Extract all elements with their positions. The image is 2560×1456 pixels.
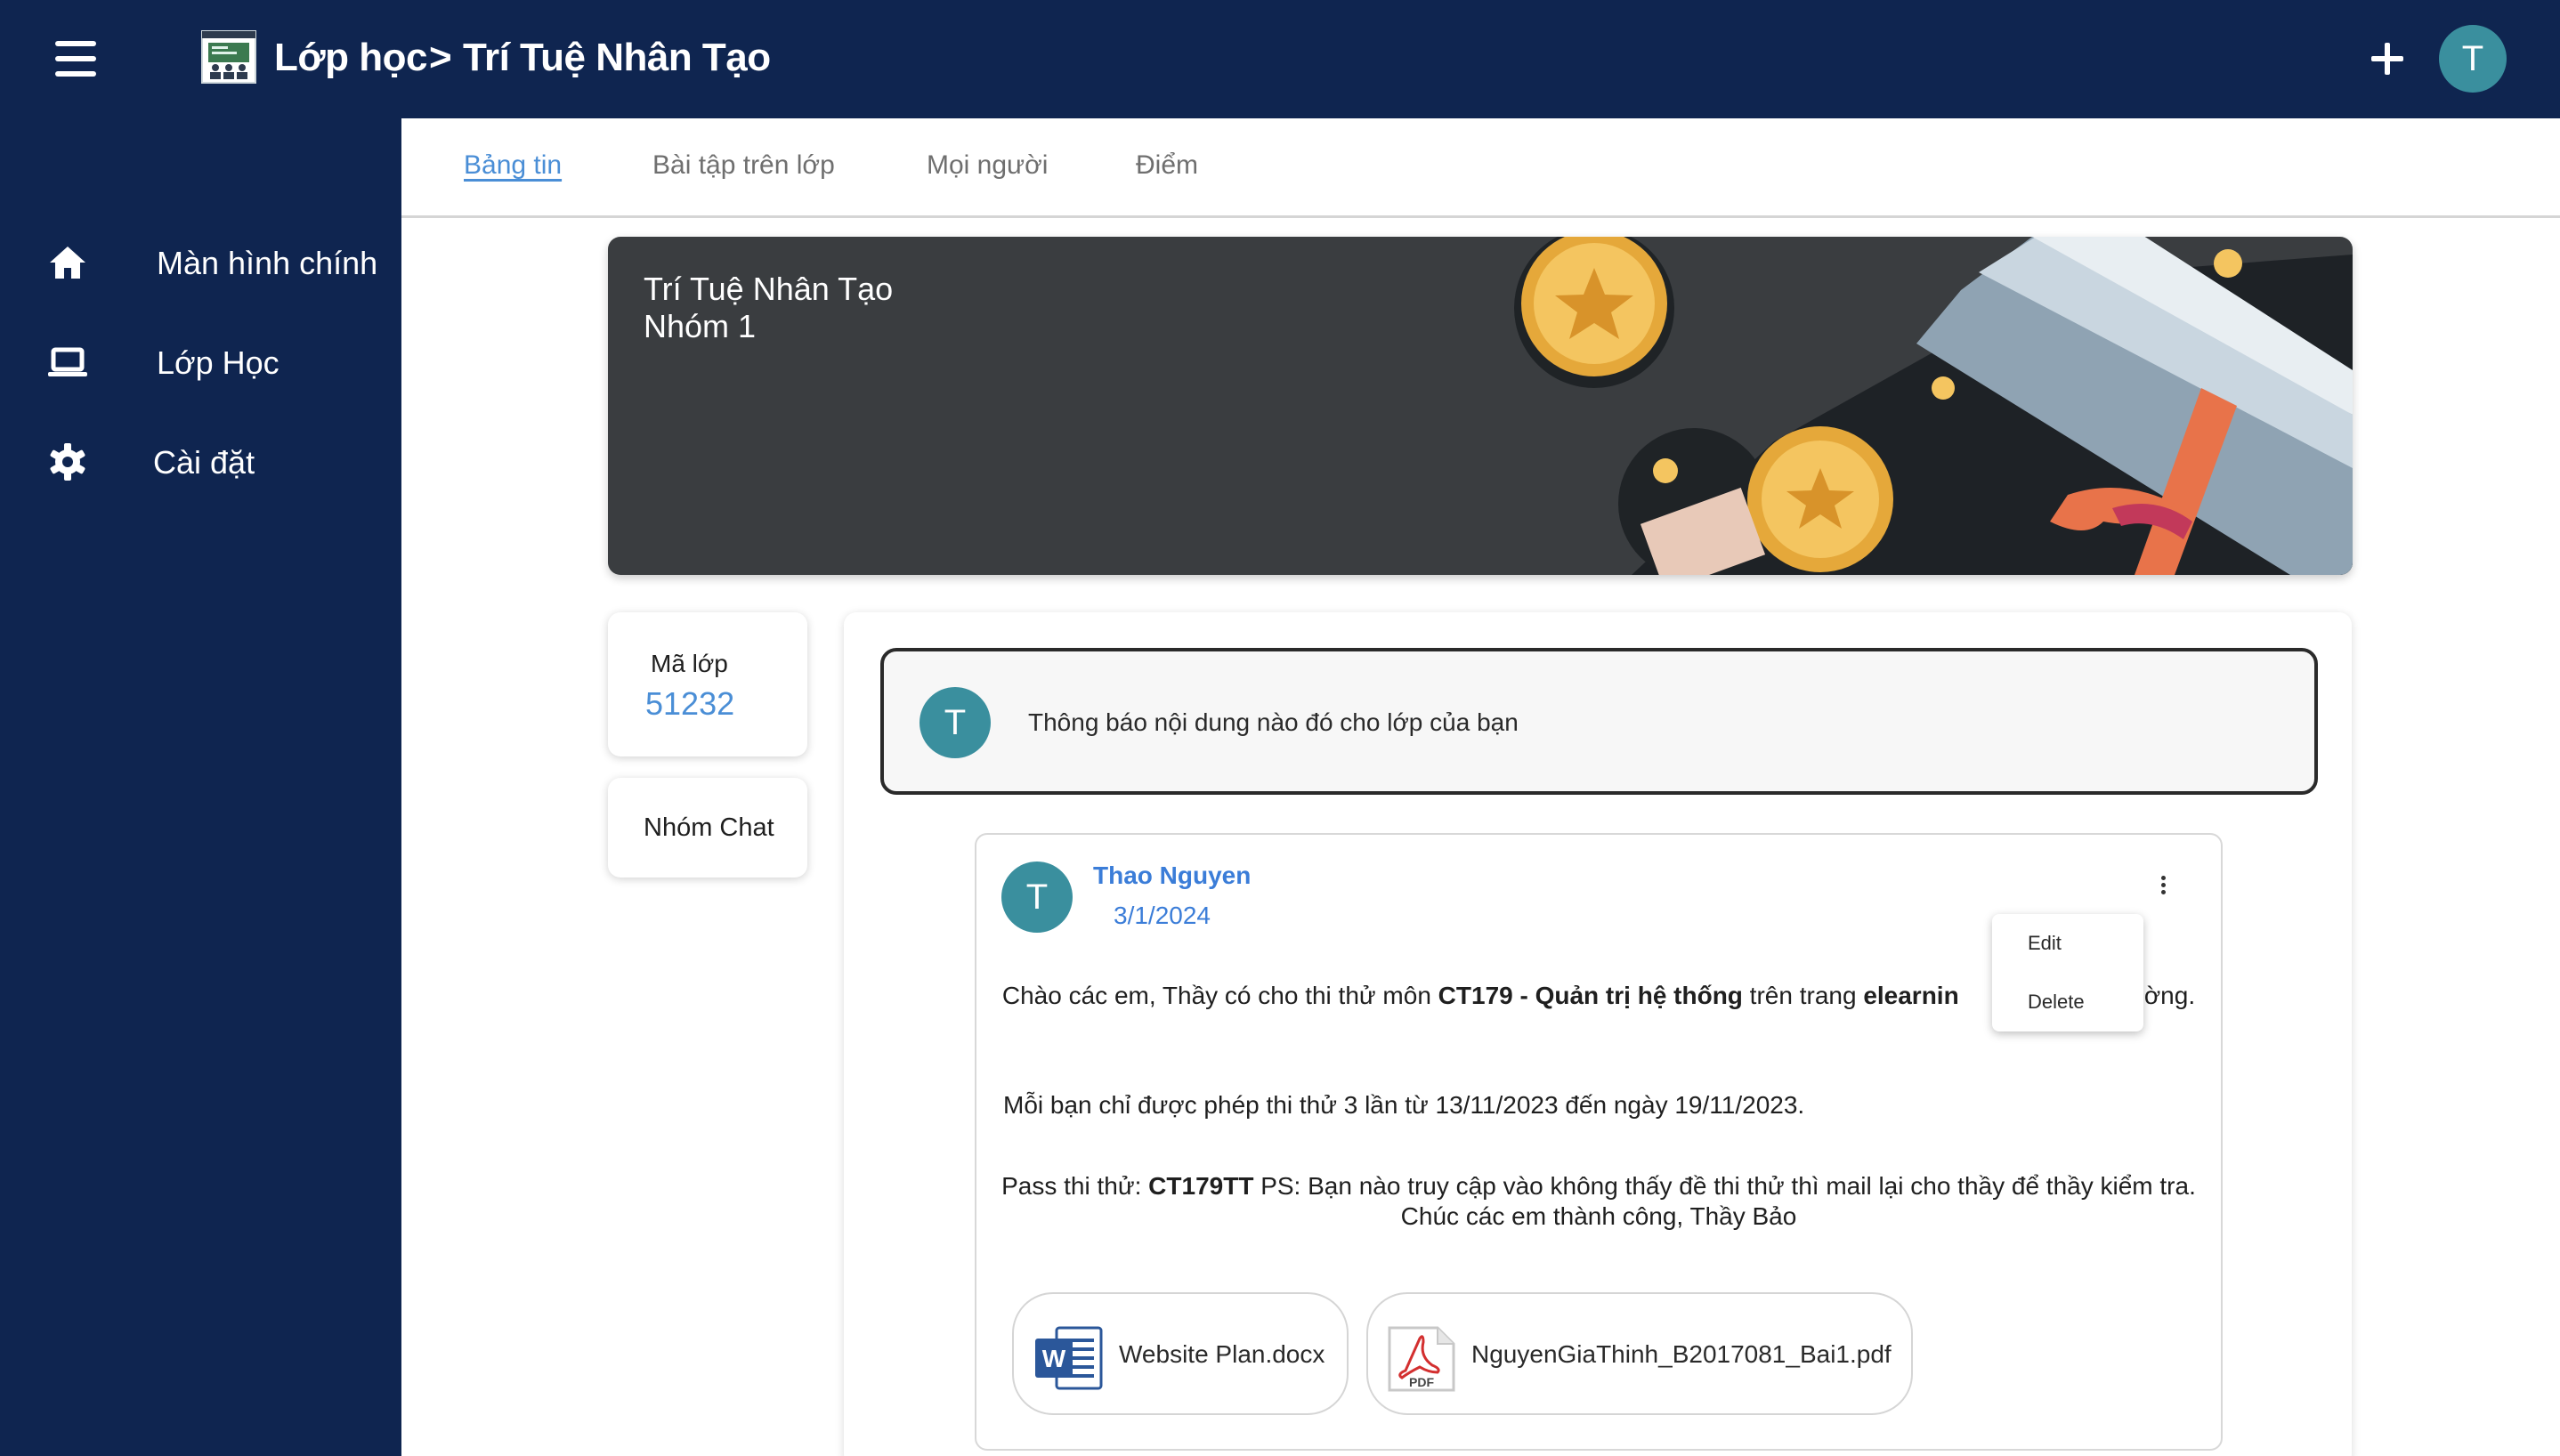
word-file-icon: W [1035, 1326, 1103, 1390]
sidebar-item-label: Lớp Học [157, 344, 279, 381]
sidebar-item-label: Màn hình chính [157, 245, 378, 281]
gear-icon [50, 443, 85, 481]
add-class-plus-icon[interactable] [2366, 37, 2409, 80]
post-text: trên trang [1742, 982, 1864, 1009]
tab-people[interactable]: Mọi người [927, 150, 1048, 181]
sidebar-item-classes[interactable]: Lớp Học [0, 321, 401, 401]
class-code-label: Mã lớp [651, 650, 728, 677]
tab-grades[interactable]: Điểm [1136, 150, 1198, 181]
post-context-menu: Edit Delete [1992, 914, 2143, 1031]
hamburger-menu-icon[interactable] [55, 41, 96, 77]
post-author[interactable]: Thao Nguyen [1093, 861, 1251, 890]
announce-input[interactable]: T Thông báo nội dung nào đó cho lớp của … [880, 648, 2318, 795]
attachment-word[interactable]: W Website Plan.docx [1012, 1292, 1349, 1415]
banner-subtitle: Nhóm 1 [644, 308, 757, 344]
sidebar: Màn hình chính Lớp Học Cài đặt [0, 118, 401, 1456]
breadcrumb-home[interactable]: Lớp học [274, 36, 427, 80]
post-paragraph-3: Pass thi thử: CT179TT PS: Bạn nào truy c… [998, 1171, 2199, 1232]
class-tabs: Bảng tin Bài tập trên lớp Mọi người Điểm [401, 118, 2560, 218]
attachment-pdf[interactable]: PDF NguyenGiaThinh_B2017081_Bai1.pdf [1366, 1292, 1913, 1415]
pdf-file-icon: PDF [1388, 1326, 1455, 1392]
top-app-bar: Lớp học > Trí Tuệ Nhân Tạo T [0, 0, 2560, 118]
banner-title: Trí Tuệ Nhân Tạo [644, 271, 894, 307]
laptop-icon [48, 347, 87, 376]
tab-classwork[interactable]: Bài tập trên lớp [652, 150, 835, 181]
post-paragraph-2: Mỗi bạn chỉ được phép thi thử 3 lần từ 1… [1003, 1091, 1805, 1119]
avatar: T [1001, 861, 1073, 933]
post-date: 3/1/2024 [1114, 902, 1211, 929]
edit-menu-item[interactable]: Edit [2028, 932, 2062, 955]
class-banner: Trí Tuệ Nhân Tạo Nhóm 1 [608, 237, 2353, 575]
group-chat-button[interactable]: Nhóm Chat [608, 778, 807, 878]
svg-text:W: W [1042, 1345, 1066, 1372]
home-icon [50, 247, 85, 279]
post-text-bold: elearnin [1863, 982, 1959, 1009]
announce-placeholder: Thông báo nội dung nào đó cho lớp của bạ… [1028, 708, 1519, 736]
group-chat-label: Nhóm Chat [644, 813, 774, 842]
delete-menu-item[interactable]: Delete [2028, 991, 2085, 1014]
sidebar-item-home[interactable]: Màn hình chính [0, 222, 401, 302]
breadcrumb-separator: > [429, 36, 452, 79]
svg-text:PDF: PDF [1409, 1375, 1434, 1389]
post-text: PS: Bạn nào truy cập vào không thấy đề t… [1253, 1172, 2196, 1230]
post-text-bold: CT179TT [1148, 1172, 1254, 1200]
class-code-value[interactable]: 51232 [645, 685, 734, 723]
classroom-logo-icon [201, 30, 256, 84]
sidebar-item-settings[interactable]: Cài đặt [0, 421, 401, 501]
sidebar-item-label: Cài đặt [153, 444, 255, 481]
post-text: Chào các em, Thầy có cho thi thử môn [1001, 982, 1438, 1009]
breadcrumb-current: Trí Tuệ Nhân Tạo [463, 36, 771, 79]
post-text: Pass thi thử: [1001, 1172, 1149, 1200]
post-text-bold: CT179 - Quản trị hệ thống [1438, 982, 1743, 1009]
attachment-name: Website Plan.docx [1119, 1340, 1325, 1368]
class-code-card: Mã lớp 51232 [608, 612, 807, 756]
user-avatar[interactable]: T [2439, 25, 2507, 93]
tab-stream[interactable]: Bảng tin [464, 150, 562, 181]
attachment-name: NguyenGiaThinh_B2017081_Bai1.pdf [1471, 1340, 1892, 1368]
avatar: T [919, 687, 991, 758]
more-options-icon[interactable] [2155, 872, 2173, 899]
